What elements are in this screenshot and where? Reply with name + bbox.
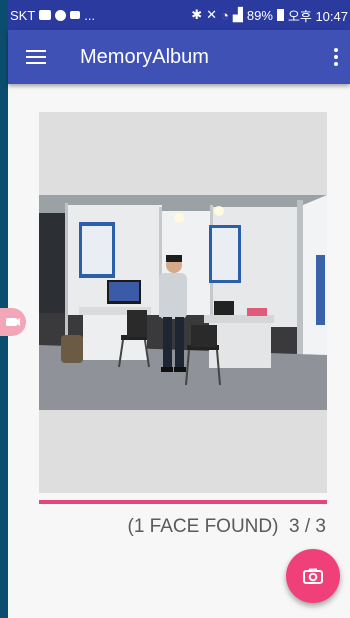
chat-icon <box>55 9 67 21</box>
camera-icon <box>303 568 323 584</box>
menu-icon[interactable] <box>26 50 46 64</box>
carrier-label: SKT <box>10 7 36 23</box>
bluetooth-icon: ✱ <box>191 7 203 22</box>
clock: 오후 10:47 <box>287 8 348 24</box>
photo-image <box>39 195 327 410</box>
photo-viewer[interactable] <box>39 112 327 493</box>
status-bar: SKT ... ✱ ✕ ◔ ▟ 89% 오후 10:47 <box>8 0 350 30</box>
battery-icon <box>276 9 284 21</box>
page-position: 3 / 3 <box>289 516 326 537</box>
battery-percent: 89% <box>246 7 273 23</box>
more-vert-icon[interactable] <box>334 48 338 66</box>
signal-icon: ▟ <box>232 7 243 22</box>
faces-found-label: (1 FACE FOUND) <box>127 516 279 537</box>
app-frame: SKT ... ✱ ✕ ◔ ▟ 89% 오후 10:47 MemoryAlbum <box>8 0 350 618</box>
gallery-icon <box>39 10 52 20</box>
camera-button[interactable] <box>286 549 340 603</box>
video-icon <box>70 11 81 19</box>
more-notifications: ... <box>84 7 96 23</box>
mute-icon: ✕ <box>206 7 218 22</box>
camera-switch-icon <box>6 318 20 326</box>
photo-progress-bar <box>39 500 327 504</box>
face-counter: (1 FACE FOUND) 3 / 3 <box>128 516 327 538</box>
status-right: ✱ ✕ ◔ ▟ 89% 오후 10:47 <box>191 6 348 25</box>
app-title: MemoryAlbum <box>80 45 209 68</box>
app-bar: MemoryAlbum <box>8 30 350 84</box>
wifi-icon: ◔ <box>221 7 229 23</box>
status-left: SKT ... <box>10 8 95 23</box>
